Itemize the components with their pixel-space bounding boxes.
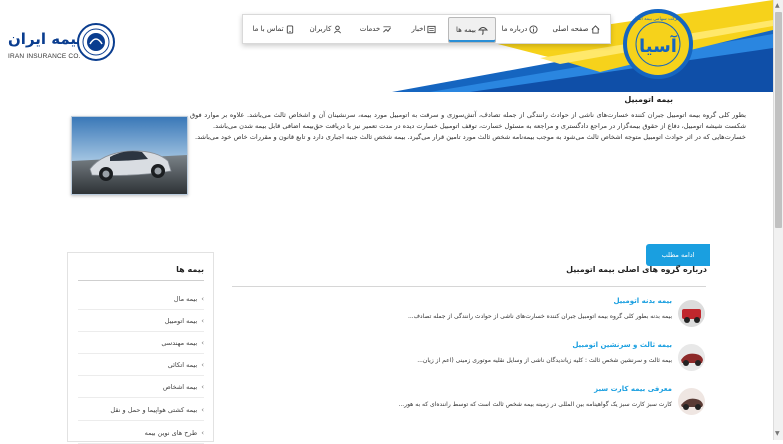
sidebar-item-label: بیمه کشتی هواپیما و حمل و نقل: [110, 405, 198, 414]
post-thumbnail: [678, 344, 705, 371]
brand-text: بیمه ایران: [8, 30, 83, 48]
chevron-left-icon: ›: [201, 338, 204, 347]
post-thumbnail: [678, 300, 705, 327]
chevron-left-icon: ›: [201, 405, 204, 414]
nav-users-label: کاربران: [309, 25, 332, 33]
sidebar-item-label: بیمه اشخاص: [162, 382, 198, 391]
nav-about-label: درباره ما: [501, 25, 528, 33]
post-item[interactable]: بیمه ثالث و سرنشین اتومبیل بیمه ثالث و س…: [360, 341, 708, 381]
sidebar-item-label: بیمه مهندسی: [161, 338, 198, 347]
home-icon: [591, 24, 599, 34]
sidebar-item-persons[interactable]: › بیمه اشخاص: [78, 376, 204, 398]
sidebar-item-label: بیمه مال: [173, 294, 198, 303]
user-icon: [334, 25, 342, 33]
nav-insurances[interactable]: بیمه ها: [448, 17, 496, 43]
sidebar-item-marine-aviation[interactable]: › بیمه کشتی هواپیما و حمل و نقل: [78, 399, 204, 421]
post-title[interactable]: بیمه بدنه اتومبیل: [613, 297, 672, 305]
umbrella-icon: [477, 27, 488, 35]
brand-subtitle: IRAN INSURANCE CO.: [8, 53, 81, 60]
insurance-sidebar: بیمه ها › بیمه مال › بیمه اتومبیل › بیمه مه…: [67, 252, 214, 444]
scroll-up-icon[interactable]: ▲: [775, 2, 780, 9]
nav-home-label: صفحه اصلی: [552, 25, 589, 33]
nav-users[interactable]: کاربران: [302, 17, 350, 41]
sidebar-item-property[interactable]: › بیمه مال: [78, 288, 204, 310]
nav-news[interactable]: اخبار: [404, 17, 444, 41]
post-item[interactable]: معرفی بیمه کارت سبز کارت سبز کارت سبز یک…: [360, 385, 708, 425]
nav-services-label: خدمات: [359, 25, 381, 33]
nav-home[interactable]: صفحه اصلی: [548, 17, 604, 41]
intro-paragraph-1: بطور کلی گروه بیمه اتومبیل جبران کننده خ…: [190, 111, 746, 131]
sidebar-item-label: طرح های نوین بیمه: [144, 428, 198, 437]
post-title[interactable]: بیمه ثالث و سرنشین اتومبیل: [572, 341, 672, 349]
sidebar-title: بیمه ها: [176, 265, 204, 274]
main-navigation: صفحه اصلی درباره ما بیمه ها اخبار خدمات …: [242, 14, 611, 44]
nav-insurances-label: بیمه ها: [456, 26, 476, 34]
read-more-button[interactable]: ادامه مطلب: [646, 244, 710, 266]
intro-text: بطور کلی گروه بیمه اتومبیل جبران کننده خ…: [190, 110, 746, 144]
nav-news-label: اخبار: [411, 25, 426, 33]
sidebar-item-new-plans[interactable]: › طرح های نوین بیمه: [78, 422, 204, 444]
chevron-left-icon: ›: [201, 360, 204, 369]
nav-about[interactable]: درباره ما: [496, 17, 544, 41]
sidebar-item-label: بیمه اتومبیل: [164, 316, 198, 325]
page-title: بیمه اتومبیل: [624, 95, 673, 104]
iran-seal-icon: [77, 23, 115, 61]
chevron-left-icon: ›: [201, 382, 204, 391]
scrollbar-thumb[interactable]: [775, 12, 782, 228]
newspaper-icon: [427, 25, 437, 33]
content-divider: [232, 286, 706, 287]
nav-contact[interactable]: تماس با ما: [248, 17, 298, 41]
nav-services[interactable]: خدمات: [354, 17, 398, 41]
post-excerpt: کارت سبز کارت سبز یک گواهینامه بین الملل…: [398, 401, 672, 408]
asia-brand-text: آسیا: [639, 34, 678, 57]
nav-contact-label: تماس با ما: [252, 25, 284, 33]
post-excerpt: بیمه بدنه بطور کلی گروه بیمه اتومبیل جبر…: [407, 313, 672, 320]
intro-paragraph-2: خسارت‌هایی که در اثر حوادث اتومبیل متوجه…: [195, 133, 746, 142]
site-header: بیمه ایران IRAN INSURANCE CO. آسیا شرکت …: [0, 0, 773, 92]
chevron-left-icon: ›: [201, 316, 204, 325]
post-thumbnail: [678, 388, 705, 415]
iran-insurance-logo[interactable]: بیمه ایران IRAN INSURANCE CO.: [6, 22, 115, 66]
car-image: [71, 116, 188, 195]
sidebar-item-reinsurance[interactable]: › بیمه اتکائی: [78, 354, 204, 376]
services-icon: [383, 25, 392, 33]
post-title[interactable]: معرفی بیمه کارت سبز: [594, 385, 672, 393]
post-item[interactable]: بیمه بدنه اتومبیل بیمه بدنه بطور کلی گرو…: [360, 297, 708, 337]
sidebar-item-label: بیمه اتکائی: [167, 360, 198, 369]
chevron-left-icon: ›: [201, 294, 204, 303]
sidebar-item-engineering[interactable]: › بیمه مهندسی: [78, 332, 204, 354]
sidebar-divider: [78, 280, 204, 281]
asia-insurance-logo[interactable]: آسیا شرکت سهامی بیمه آسیا: [622, 6, 694, 86]
info-icon: [529, 24, 538, 34]
asia-ring-text: شرکت سهامی بیمه آسیا: [635, 16, 681, 22]
sidebar-item-auto[interactable]: › بیمه اتومبیل: [78, 310, 204, 332]
chevron-left-icon: ›: [201, 428, 204, 437]
post-excerpt: بیمه ثالث و سرنشین شخص ثالث : کلیه زیاند…: [417, 357, 672, 364]
phone-icon: [286, 24, 293, 34]
content-section-title: درباره گروه های اصلی بیمه اتومبیل: [566, 265, 707, 274]
scroll-down-icon[interactable]: ▼: [775, 430, 780, 437]
